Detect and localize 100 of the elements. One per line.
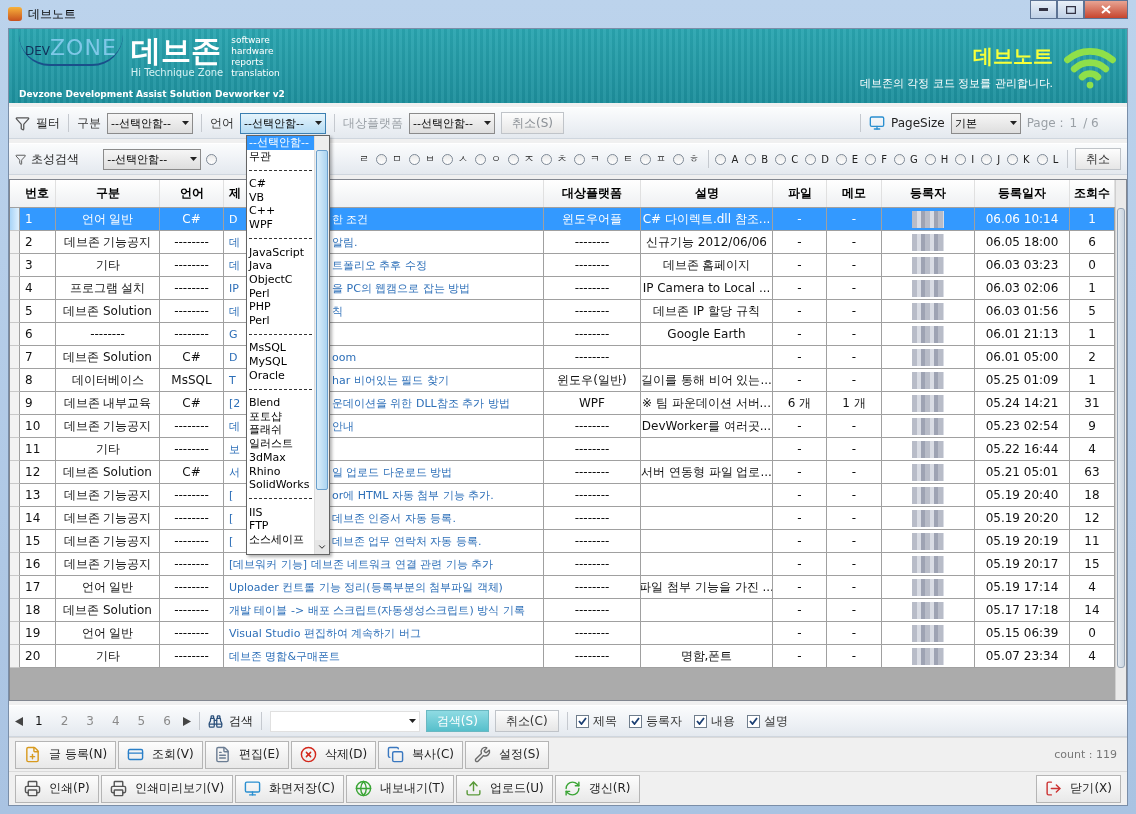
dropdown-option[interactable]: 플래쉬 — [247, 423, 314, 438]
row-header[interactable] — [10, 300, 20, 323]
radio-button[interactable] — [205, 153, 217, 165]
title-link[interactable]: IP — [229, 281, 239, 295]
row-header[interactable] — [10, 346, 20, 369]
radio-button[interactable] — [835, 153, 847, 165]
scrollbar[interactable] — [1115, 180, 1126, 700]
close-button[interactable] — [1084, 0, 1128, 19]
radio-button[interactable] — [924, 153, 936, 165]
row-header[interactable] — [10, 392, 20, 415]
title-link[interactable]: 데 — [229, 303, 240, 319]
toolbar-button[interactable]: 조회(V) — [118, 740, 203, 769]
combo-box[interactable]: --선택안함-- — [240, 112, 326, 134]
row-header[interactable] — [10, 231, 20, 254]
row-header[interactable] — [10, 277, 20, 300]
title-link[interactable]: 칙 — [332, 303, 343, 319]
row-header[interactable] — [10, 415, 20, 438]
title-link[interactable]: G — [229, 327, 238, 341]
column-header[interactable]: 구분 — [56, 180, 160, 207]
title-link[interactable]: T — [229, 373, 236, 387]
radio-button[interactable] — [955, 153, 967, 165]
dropdown-option[interactable]: PHP — [247, 300, 314, 314]
title-link[interactable]: 서 — [229, 464, 240, 480]
dropdown-option[interactable]: 3dMax — [247, 450, 314, 465]
checkbox[interactable] — [693, 714, 707, 728]
column-header[interactable]: 메모 — [827, 180, 882, 207]
row-header[interactable] — [10, 507, 20, 530]
column-header[interactable]: 번호 — [20, 180, 56, 207]
column-header[interactable]: 언어 — [160, 180, 224, 207]
checkbox[interactable] — [628, 714, 642, 728]
combo-box[interactable]: --선택안함-- — [107, 112, 193, 134]
toolbar-button[interactable]: 복사(C) — [378, 740, 464, 769]
title-link[interactable]: har 비어있는 필드 찾기 — [332, 372, 449, 388]
row-header[interactable] — [10, 599, 20, 622]
dropdown-option[interactable]: Perl — [247, 286, 314, 301]
dropdown-option[interactable]: Java — [247, 259, 314, 273]
row-header[interactable] — [10, 438, 20, 461]
toolbar-button[interactable]: 삭제(D) — [290, 740, 377, 769]
toolbar-button[interactable]: 설정(S) — [465, 740, 550, 769]
dropdown-option[interactable]: C# — [247, 177, 314, 191]
toolbar-button[interactable]: 인쇄미리보기(V) — [100, 774, 234, 803]
title-link[interactable]: 데브존 업무 연락처 자동 등록. — [332, 533, 482, 549]
row-header[interactable] — [10, 208, 20, 231]
title-link[interactable]: 데브존 인증서 자동 등록. — [332, 510, 456, 526]
title-link[interactable]: 운데이션을 위한 DLL참조 추가 방법 — [332, 395, 510, 411]
toolbar-button[interactable]: 업로드(U) — [455, 774, 553, 803]
scroll-down-icon[interactable] — [317, 542, 327, 552]
row-header[interactable] — [10, 323, 20, 346]
radio-button[interactable] — [573, 153, 585, 165]
radio-button[interactable] — [474, 153, 486, 165]
title-link[interactable]: 데 — [229, 257, 240, 273]
dropdown-option[interactable]: Rhino — [247, 464, 314, 479]
page-link[interactable]: 1 — [29, 714, 49, 728]
toolbar-button[interactable]: 인쇄(P) — [15, 774, 99, 803]
maximize-button[interactable] — [1057, 0, 1084, 19]
toolbar-button[interactable]: 화면저장(C) — [235, 774, 344, 803]
toolbar-button[interactable]: 글 등록(N) — [15, 740, 117, 769]
column-header[interactable]: 등록일자 — [975, 180, 1070, 207]
dropdown-option[interactable]: Oracle — [247, 368, 314, 383]
cancel-button[interactable]: 취소 — [1075, 148, 1121, 170]
dropdown-option[interactable]: JavaScript — [247, 245, 314, 260]
dropdown-option[interactable]: 포토샵 — [247, 409, 314, 424]
dropdown-option[interactable]: ObjectC — [247, 272, 314, 287]
title-link[interactable]: 안내 — [332, 418, 354, 434]
radio-button[interactable] — [1007, 153, 1019, 165]
radio-button[interactable] — [606, 153, 618, 165]
dropdown-option[interactable]: WPF — [247, 218, 314, 232]
radio-button[interactable] — [639, 153, 651, 165]
dropdown-option[interactable]: Blend — [247, 396, 314, 410]
column-header[interactable]: 대상플랫폼 — [544, 180, 641, 207]
radio-button[interactable] — [893, 153, 905, 165]
radio-button[interactable] — [375, 153, 387, 165]
dropdown-option[interactable]: Perl — [247, 313, 314, 328]
scrollbar[interactable] — [314, 136, 329, 554]
row-header[interactable] — [10, 484, 20, 507]
title-link[interactable]: D — [229, 350, 238, 364]
minimize-button[interactable] — [1030, 0, 1057, 19]
dropdown-option[interactable]: 무관 — [247, 149, 314, 164]
radio-button[interactable] — [865, 153, 877, 165]
title-link[interactable]: or에 HTML 자동 첨부 기능 추가. — [332, 487, 494, 503]
dropdown-option[interactable]: MsSQL — [247, 341, 314, 355]
radio-button[interactable] — [715, 153, 727, 165]
close-window-button[interactable]: 닫기(X) — [1036, 774, 1121, 803]
title-link[interactable]: 데 — [229, 418, 240, 434]
title-link[interactable]: 트폴리오 추후 수정 — [332, 257, 427, 273]
row-header[interactable] — [10, 576, 20, 599]
title-link[interactable]: [ — [229, 488, 234, 502]
toolbar-button[interactable]: 편집(E) — [204, 740, 289, 769]
title-link[interactable]: 보 — [229, 441, 240, 457]
radio-button[interactable] — [745, 153, 757, 165]
title-link[interactable]: oom — [332, 350, 357, 364]
row-header[interactable] — [10, 645, 20, 668]
cancel-button[interactable]: 취소(C) — [494, 710, 559, 732]
checkbox[interactable] — [575, 714, 589, 728]
title-link[interactable]: [ — [229, 511, 234, 525]
radio-button[interactable] — [408, 153, 420, 165]
dropdown-option[interactable]: FTP — [247, 519, 314, 533]
title-link[interactable]: 일 업로드 다운로드 방법 — [332, 464, 453, 480]
row-header[interactable] — [10, 553, 20, 576]
radio-button[interactable] — [805, 153, 817, 165]
